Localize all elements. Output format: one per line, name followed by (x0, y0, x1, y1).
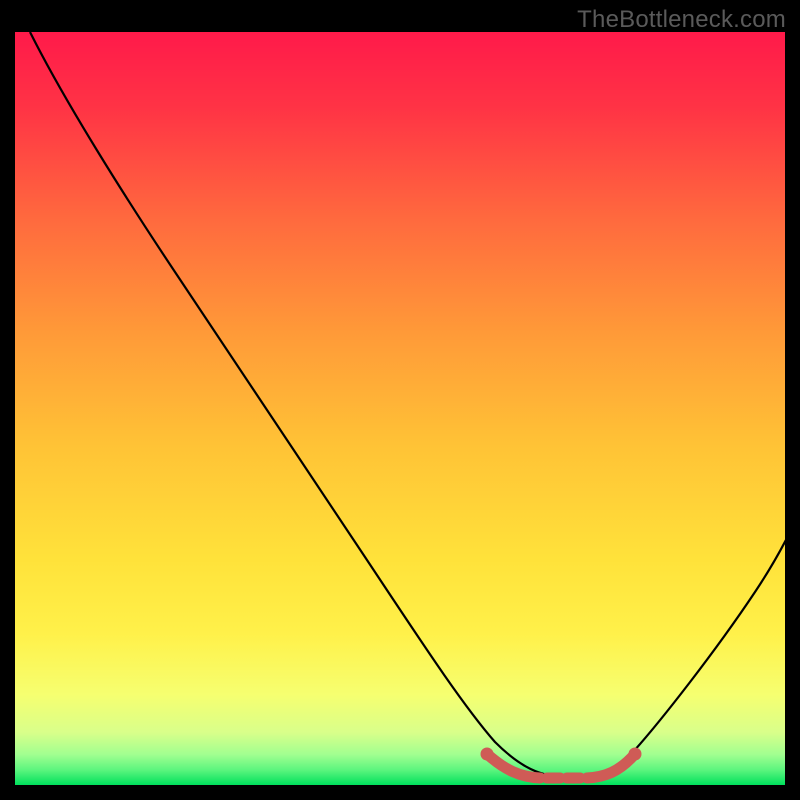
chart-curves (15, 32, 785, 785)
optimal-range-marker (487, 754, 635, 778)
chart-area (15, 32, 785, 785)
optimal-range-end-dot (629, 748, 642, 761)
watermark-text: TheBottleneck.com (577, 6, 786, 34)
bottleneck-curve-path (30, 32, 785, 778)
optimal-range-start-dot (481, 748, 494, 761)
